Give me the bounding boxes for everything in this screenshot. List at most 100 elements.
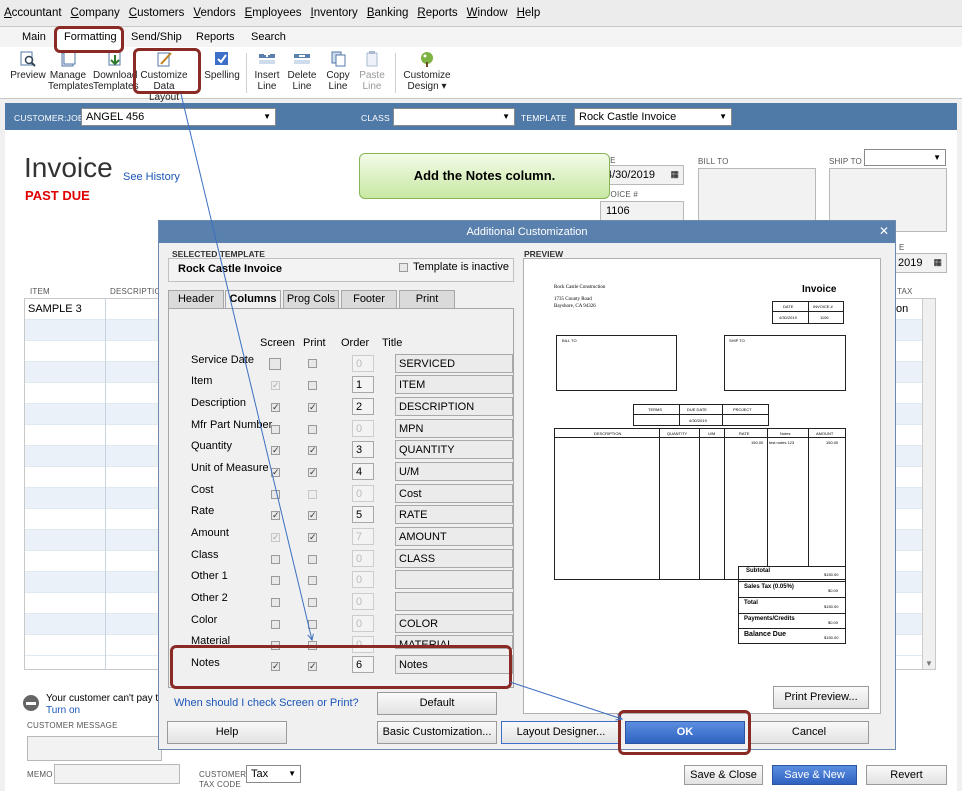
memo-field[interactable]: [54, 764, 180, 784]
amount-screen-checkbox[interactable]: ✓: [271, 533, 280, 542]
quantity-order[interactable]: 3: [352, 441, 374, 458]
cost-order[interactable]: 0: [352, 485, 374, 502]
manage-templates-button[interactable]: Manage Templates: [48, 51, 94, 92]
cancel-button[interactable]: Cancel: [749, 721, 869, 744]
other-2-order[interactable]: 0: [352, 593, 374, 610]
close-icon[interactable]: ✕: [879, 224, 889, 238]
other-1-title[interactable]: [395, 570, 513, 589]
menu-company[interactable]: Company: [71, 7, 120, 19]
description-title[interactable]: DESCRIPTION: [395, 397, 513, 416]
service-date-print-checkbox[interactable]: [308, 359, 317, 368]
service-date-screen-checkbox[interactable]: [269, 358, 281, 370]
description-screen-checkbox[interactable]: ✓: [271, 403, 280, 412]
other-2-title[interactable]: [395, 592, 513, 611]
preview-button[interactable]: Preview: [10, 51, 46, 81]
template-combo[interactable]: Rock Castle Invoice ▼: [574, 108, 732, 126]
delete-line-button[interactable]: Delete Line: [287, 51, 317, 92]
quantity-title[interactable]: QUANTITY: [395, 440, 513, 459]
menu-accountant[interactable]: Accountant: [4, 7, 62, 19]
cost-print-checkbox[interactable]: [308, 490, 317, 499]
grid-scrollbar[interactable]: ▼: [922, 299, 935, 669]
amount-title[interactable]: AMOUNT: [395, 527, 513, 546]
other-1-print-checkbox[interactable]: [308, 576, 317, 585]
class-screen-checkbox[interactable]: [271, 555, 280, 564]
unit-of-measure-title[interactable]: U/M: [395, 462, 513, 481]
quantity-screen-checkbox[interactable]: ✓: [271, 446, 280, 455]
item-title[interactable]: ITEM: [395, 375, 513, 394]
other-1-order[interactable]: 0: [352, 571, 374, 588]
download-templates-button[interactable]: Download Templates: [93, 51, 139, 92]
tab-footer[interactable]: Footer: [341, 290, 397, 308]
tab-send-ship[interactable]: Send/Ship: [131, 31, 182, 43]
copy-line-button[interactable]: Copy Line: [323, 51, 353, 92]
default-button[interactable]: Default: [377, 692, 497, 715]
paste-line-button[interactable]: Paste Line: [357, 51, 387, 92]
menu-reports[interactable]: Reports: [417, 7, 457, 19]
quantity-print-checkbox[interactable]: ✓: [308, 446, 317, 455]
right-date-field[interactable]: 2019 ▦: [893, 253, 947, 273]
layout-designer-button[interactable]: Layout Designer...: [501, 721, 621, 744]
tab-reports[interactable]: Reports: [196, 31, 235, 43]
class-print-checkbox[interactable]: [308, 555, 317, 564]
rate-title[interactable]: RATE: [395, 505, 513, 524]
color-screen-checkbox[interactable]: [271, 620, 280, 629]
menu-banking[interactable]: Banking: [367, 7, 409, 19]
menu-vendors[interactable]: Vendors: [193, 7, 235, 19]
menu-window[interactable]: Window: [467, 7, 508, 19]
other-2-print-checkbox[interactable]: [308, 598, 317, 607]
service-date-order[interactable]: 0: [352, 355, 374, 372]
turn-on-link[interactable]: Turn on: [46, 705, 80, 716]
unit-of-measure-screen-checkbox[interactable]: ✓: [271, 468, 280, 477]
invoice-number-field[interactable]: 1106: [600, 201, 684, 221]
unit-of-measure-print-checkbox[interactable]: ✓: [308, 468, 317, 477]
customer-message-field[interactable]: [27, 736, 162, 761]
customize-design-button[interactable]: Customize Design ▾: [402, 51, 452, 92]
calendar-icon[interactable]: ▦: [670, 169, 679, 180]
tab-search[interactable]: Search: [251, 31, 286, 43]
save-close-button[interactable]: Save & Close: [684, 765, 763, 785]
class-order[interactable]: 0: [352, 550, 374, 567]
description-order[interactable]: 2: [352, 398, 374, 415]
amount-print-checkbox[interactable]: ✓: [308, 533, 317, 542]
menu-customers[interactable]: Customers: [129, 7, 185, 19]
item-order[interactable]: 1: [352, 376, 374, 393]
unit-of-measure-order[interactable]: 4: [352, 463, 374, 480]
rate-screen-checkbox[interactable]: ✓: [271, 511, 280, 520]
class-title[interactable]: CLASS: [395, 549, 513, 568]
bill-to-field[interactable]: [698, 168, 816, 222]
spelling-button[interactable]: Spelling: [204, 51, 240, 81]
rate-order[interactable]: 5: [352, 506, 374, 523]
calendar-icon[interactable]: ▦: [933, 257, 942, 268]
cost-title[interactable]: Cost: [395, 484, 513, 503]
tab-print[interactable]: Print: [399, 290, 455, 308]
menu-inventory[interactable]: Inventory: [311, 7, 358, 19]
cost-screen-checkbox[interactable]: [271, 490, 280, 499]
class-combo[interactable]: ▼: [393, 108, 515, 126]
mfr-part-number-title[interactable]: MPN: [395, 419, 513, 438]
help-button[interactable]: Help: [167, 721, 287, 744]
revert-button[interactable]: Revert: [866, 765, 947, 785]
save-new-button[interactable]: Save & New: [772, 765, 857, 785]
amount-order[interactable]: 7: [352, 528, 374, 545]
item-print-checkbox[interactable]: [308, 381, 317, 390]
item-screen-checkbox[interactable]: ✓: [271, 381, 280, 390]
template-inactive-checkbox[interactable]: [399, 263, 408, 272]
color-order[interactable]: 0: [352, 615, 374, 632]
scroll-down-icon[interactable]: ▼: [925, 659, 933, 668]
customer-job-combo[interactable]: ANGEL 456 ▼: [81, 108, 276, 126]
tab-main[interactable]: Main: [22, 31, 46, 43]
rate-print-checkbox[interactable]: ✓: [308, 511, 317, 520]
menu-employees[interactable]: Employees: [245, 7, 302, 19]
other-2-screen-checkbox[interactable]: [271, 598, 280, 607]
see-history-link[interactable]: See History: [123, 171, 180, 183]
mfr-part-number-print-checkbox[interactable]: [308, 425, 317, 434]
color-print-checkbox[interactable]: [308, 620, 317, 629]
mfr-part-number-order[interactable]: 0: [352, 420, 374, 437]
tab-prog-cols[interactable]: Prog Cols: [283, 290, 339, 308]
print-preview-button[interactable]: Print Preview...: [773, 686, 869, 709]
screen-print-help-link[interactable]: When should I check Screen or Print?: [174, 697, 359, 709]
description-print-checkbox[interactable]: ✓: [308, 403, 317, 412]
tab-header[interactable]: Header: [168, 290, 224, 308]
date-field[interactable]: 4/30/2019 ▦: [600, 165, 684, 185]
tax-code-combo[interactable]: Tax ▼: [246, 765, 301, 783]
